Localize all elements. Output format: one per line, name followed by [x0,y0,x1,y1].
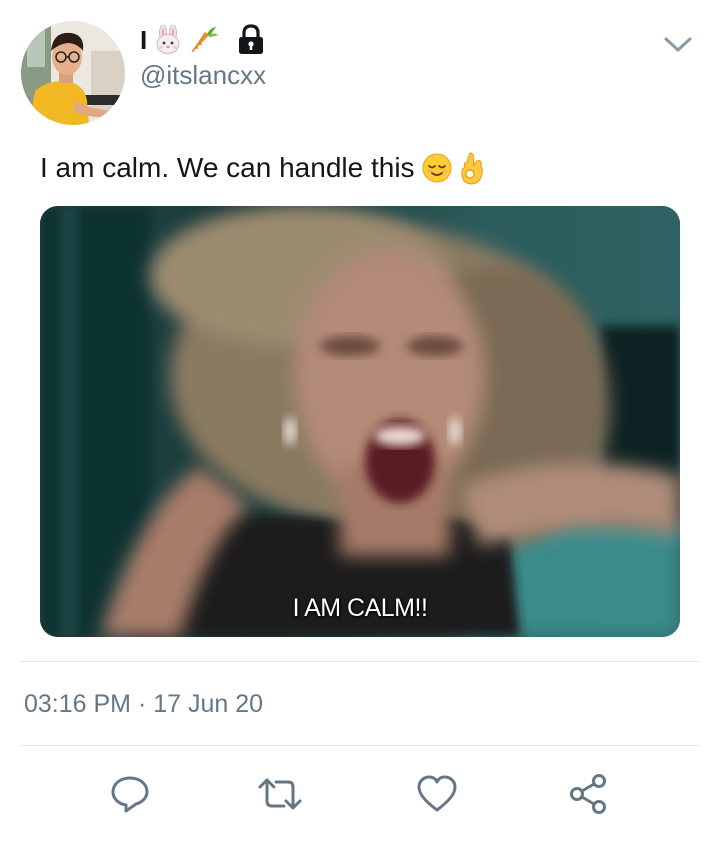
display-name-row[interactable]: I [140,22,265,58]
share-icon [567,772,611,821]
relieved-face-emoji-icon [421,152,453,184]
ok-hand-emoji-icon [459,151,485,185]
tweet-card: I @itslancxx I am calm. We can handle th… [0,0,719,842]
display-name[interactable]: I [140,27,147,53]
chevron-down-icon[interactable] [662,30,694,58]
retweet-button[interactable] [258,774,302,818]
reply-button[interactable] [108,774,152,818]
divider-top [20,661,699,662]
heart-icon [415,773,459,820]
user-handle[interactable]: @itslancxx [140,60,266,91]
retweet-icon [256,773,304,820]
lock-icon [237,24,265,56]
tweet-media-image[interactable]: I AM CALM!! [40,206,680,637]
comment-icon [109,773,151,820]
carrot-emoji-icon [189,25,219,55]
divider-bottom [20,745,699,746]
tweet-text: I am calm. We can handle this [40,152,415,183]
avatar[interactable] [21,21,125,125]
tweet-text-row: I am calm. We can handle this [40,150,485,186]
media-subtitle: I AM CALM!! [292,594,428,622]
rabbit-face-emoji-icon [153,24,183,55]
tweet-actions-bar [0,766,719,822]
share-button[interactable] [567,772,611,821]
tweet-timestamp[interactable]: 03:16 PM · 17 Jun 20 [24,689,263,719]
like-button[interactable] [415,774,459,818]
